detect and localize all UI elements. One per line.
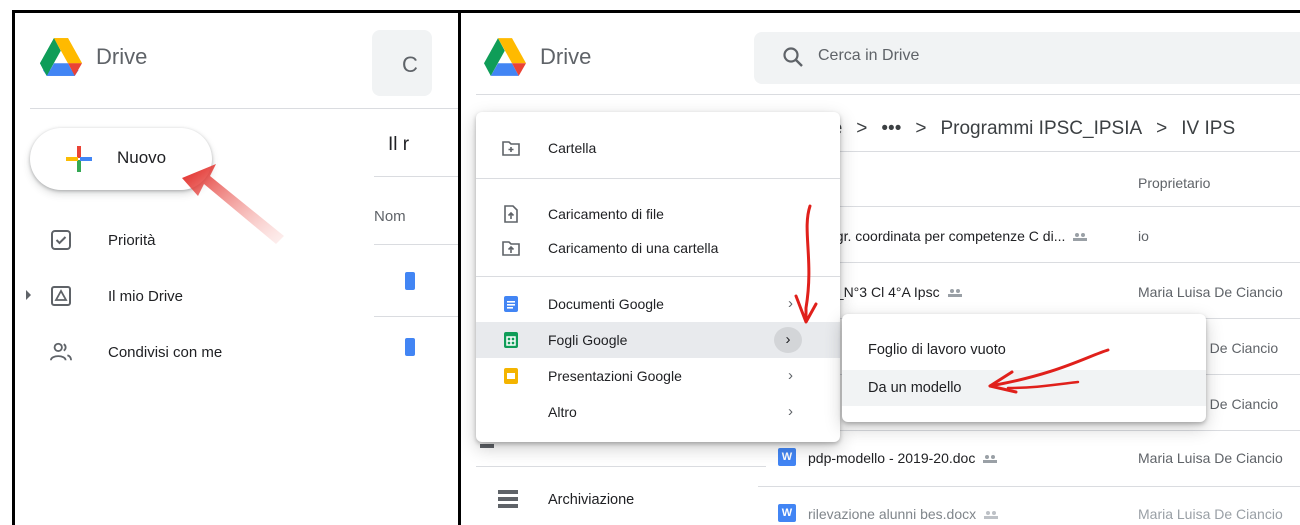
right-frame xyxy=(458,10,1300,525)
left-frame xyxy=(12,10,461,525)
